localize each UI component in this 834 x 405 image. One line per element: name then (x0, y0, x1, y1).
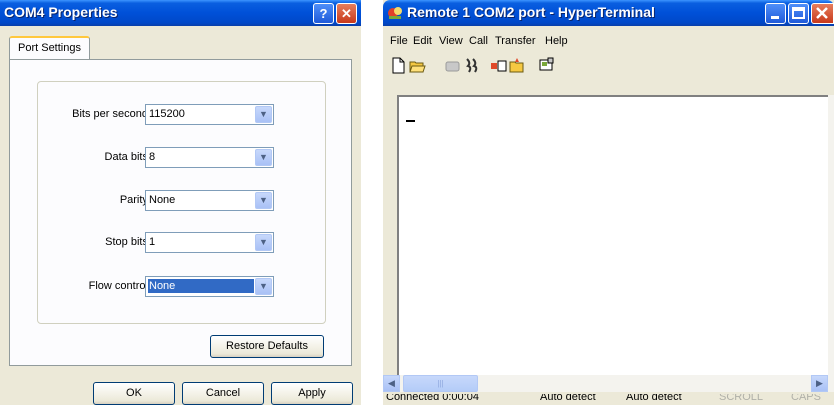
parity-value: None (149, 194, 176, 206)
restore-defaults-button[interactable]: Restore Defaults (210, 335, 324, 358)
status-connected: Connected 0:00:04 (386, 394, 479, 403)
hyperterminal-window: Remote 1 COM2 port - HyperTerminal File … (383, 0, 834, 405)
menu-file[interactable]: File (390, 35, 408, 47)
scroll-left-button[interactable]: ◀ (383, 375, 400, 392)
disconnect-icon[interactable] (444, 57, 461, 74)
flow-control-label: Flow control: (88, 280, 151, 292)
settings-icon[interactable] (538, 57, 555, 74)
stop-bits-value: 1 (149, 236, 156, 248)
menu-help[interactable]: Help (545, 35, 568, 47)
close-icon (816, 7, 828, 19)
hangup-icon[interactable] (463, 57, 480, 74)
minimize-icon (771, 16, 779, 19)
minimize-button[interactable] (765, 3, 786, 24)
apply-button[interactable]: Apply (271, 382, 353, 405)
tab-port-settings[interactable]: Port Settings (9, 36, 90, 60)
send-icon[interactable] (490, 57, 507, 74)
data-bits-select[interactable]: 8 ▼ (145, 147, 274, 168)
properties-icon[interactable] (509, 57, 526, 74)
bits-per-second-value: 115200 (149, 108, 185, 120)
menu-transfer[interactable]: Transfer (495, 35, 536, 47)
chevron-down-icon[interactable]: ▼ (255, 234, 272, 251)
status-detect-2: Auto detect (626, 394, 682, 403)
open-icon[interactable] (409, 57, 426, 74)
horizontal-scrollbar[interactable]: ◀ ||| ▶ (383, 375, 834, 392)
terminal-title: Remote 1 COM2 port - HyperTerminal (407, 4, 655, 20)
text-cursor (406, 120, 415, 122)
vertical-scrollbar[interactable] (828, 95, 834, 375)
status-scroll: SCROLL (719, 394, 764, 403)
close-button[interactable]: ✕ (336, 3, 357, 24)
terminal-close-button[interactable] (811, 3, 834, 24)
status-bar: Connected 0:00:04 Auto detect Auto detec… (383, 394, 834, 405)
flow-control-select[interactable]: None ▼ (145, 276, 274, 297)
chevron-down-icon[interactable]: ▼ (255, 149, 272, 166)
terminal-screen[interactable] (397, 95, 834, 375)
ok-button[interactable]: OK (93, 382, 175, 405)
cancel-button[interactable]: Cancel (182, 382, 264, 405)
maximize-button[interactable] (788, 3, 809, 24)
chevron-down-icon[interactable]: ▼ (255, 192, 272, 209)
menu-edit[interactable]: Edit (413, 35, 432, 47)
help-button[interactable]: ? (313, 3, 334, 24)
chevron-down-icon[interactable]: ▼ (255, 278, 272, 295)
scroll-right-button[interactable]: ▶ (811, 375, 828, 392)
dialog-title: COM4 Properties (4, 4, 118, 20)
status-detect-1: Auto detect (540, 394, 596, 403)
maximize-icon (792, 7, 805, 19)
status-caps: CAPS (791, 394, 821, 403)
hyperterminal-icon (388, 7, 402, 19)
flow-control-value: None (148, 279, 254, 293)
bits-per-second-select[interactable]: 115200 ▼ (145, 104, 274, 125)
com4-properties-dialog: COM4 Properties ? ✕ Port Settings Bits p… (0, 0, 361, 405)
dialog-titlebar[interactable]: COM4 Properties ? ✕ (0, 0, 361, 26)
menu-view[interactable]: View (439, 35, 463, 47)
parity-select[interactable]: None ▼ (145, 190, 274, 211)
scroll-thumb[interactable]: ||| (403, 375, 478, 392)
bits-per-second-label: Bits per second: (72, 108, 151, 120)
stop-bits-select[interactable]: 1 ▼ (145, 232, 274, 253)
menu-call[interactable]: Call (469, 35, 488, 47)
data-bits-value: 8 (149, 151, 156, 163)
menu-bar: File Edit View Call Transfer Help (383, 33, 834, 51)
terminal-titlebar[interactable]: Remote 1 COM2 port - HyperTerminal (383, 0, 834, 26)
new-icon[interactable] (390, 57, 407, 74)
toolbar (383, 54, 834, 78)
chevron-down-icon[interactable]: ▼ (255, 106, 272, 123)
